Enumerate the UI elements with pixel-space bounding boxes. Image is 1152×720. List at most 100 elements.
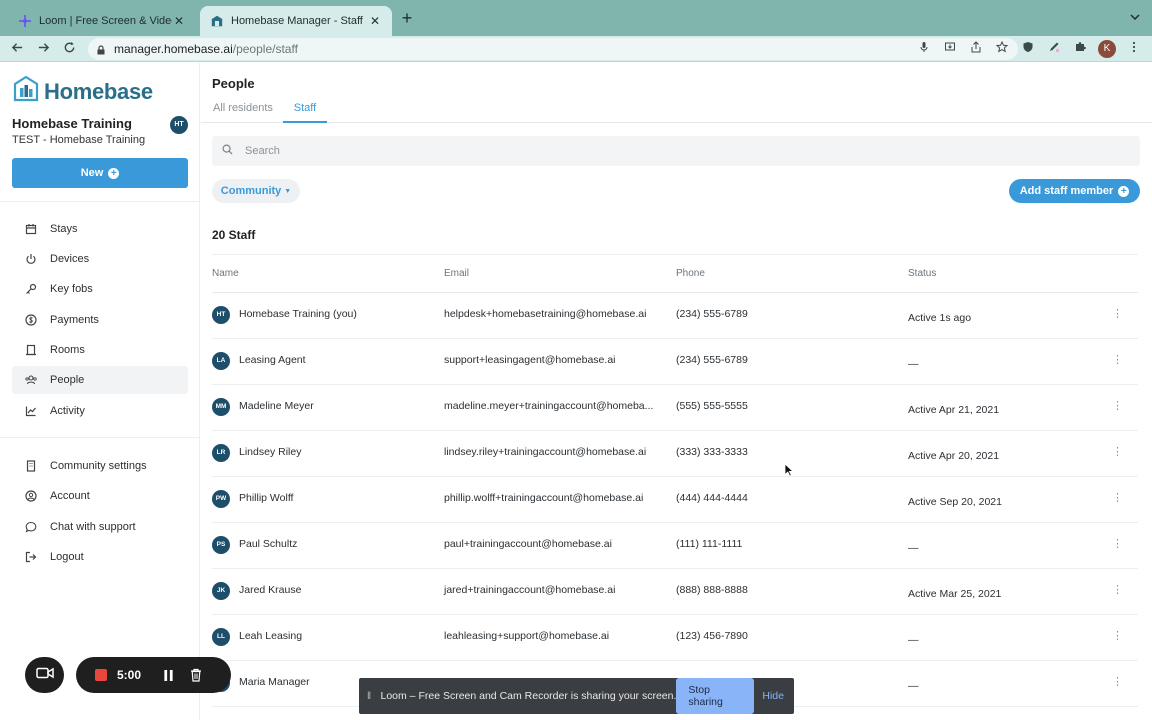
staff-table: Name Email Phone Status HT Homebase Trai…: [212, 254, 1138, 707]
lock-icon: [96, 44, 106, 55]
homebase-logo[interactable]: Homebase: [12, 75, 153, 108]
forward-arrow-icon[interactable]: [34, 40, 52, 58]
caret-down-icon: ▼: [284, 187, 292, 195]
url-path: /people/staff: [232, 42, 298, 56]
sidebar-item-label: Account: [50, 490, 90, 502]
sidebar-item-chat-with-support[interactable]: Chat with support: [12, 513, 188, 541]
new-tab-button[interactable]: +: [398, 9, 416, 27]
staff-avatar: PS: [212, 536, 230, 554]
puzzle-extensions-icon[interactable]: [1072, 41, 1088, 57]
staff-phone: (234) 555-6789: [676, 308, 748, 320]
organization-avatar[interactable]: HT: [170, 116, 188, 134]
browser-tab-loom[interactable]: Loom | Free Screen & Video Re ✕: [8, 6, 196, 36]
url-field[interactable]: manager.homebase.ai/people/staff: [88, 38, 1018, 60]
staff-name: Leasing Agent: [239, 354, 306, 366]
row-menu-icon[interactable]: ⋮: [1112, 491, 1123, 504]
row-menu-icon[interactable]: ⋮: [1112, 353, 1123, 366]
add-staff-member-label: Add staff member: [1019, 185, 1114, 197]
staff-phone: (234) 555-6789: [676, 354, 748, 366]
staff-avatar: LR: [212, 444, 230, 462]
table-row[interactable]: JK Jared Krause jared+trainingaccount@ho…: [212, 569, 1138, 615]
stop-sharing-button[interactable]: Stop sharing: [676, 678, 755, 714]
staff-email: jared+trainingaccount@homebase.ai: [444, 584, 616, 596]
drag-handle-icon[interactable]: ‖: [367, 691, 373, 702]
column-header-status[interactable]: Status: [908, 268, 936, 279]
table-row[interactable]: LL Leah Leasing leahleasing+support@home…: [212, 615, 1138, 661]
sidebar-item-stays[interactable]: Stays: [12, 215, 188, 243]
tab-search-chevron-icon[interactable]: [1130, 11, 1140, 23]
table-row[interactable]: HT Homebase Training (you) helpdesk+home…: [212, 293, 1138, 339]
sidebar-item-logout[interactable]: Logout: [12, 543, 188, 571]
share-icon[interactable]: [968, 41, 984, 57]
browser-tab-strip: Loom | Free Screen & Video Re ✕ Homebase…: [0, 0, 1152, 36]
sidebar-item-key-fobs[interactable]: Key fobs: [12, 275, 188, 303]
row-menu-icon[interactable]: ⋮: [1112, 629, 1123, 642]
new-button[interactable]: New +: [12, 158, 188, 188]
staff-name: Paul Schultz: [239, 538, 298, 550]
sidebar-item-devices[interactable]: Devices: [12, 245, 188, 273]
column-header-name[interactable]: Name: [212, 268, 239, 279]
camera-toggle-button[interactable]: [25, 657, 64, 693]
hide-banner-button[interactable]: Hide: [762, 690, 784, 702]
shield-extension-icon[interactable]: [1020, 41, 1036, 57]
row-menu-icon[interactable]: ⋮: [1112, 583, 1123, 596]
sidebar-item-payments[interactable]: Payments: [12, 306, 188, 334]
community-filter-dropdown[interactable]: Community ▼: [212, 179, 300, 203]
browser-menu-icon[interactable]: [1126, 41, 1142, 57]
tab-staff[interactable]: Staff: [283, 102, 327, 123]
table-row[interactable]: LA Leasing Agent support+leasingagent@ho…: [212, 339, 1138, 385]
column-header-email[interactable]: Email: [444, 268, 469, 279]
sidebar-item-people[interactable]: People: [12, 366, 188, 394]
staff-phone: (444) 444-4444: [676, 492, 748, 504]
sidebar-item-label: Rooms: [50, 344, 85, 356]
close-tab-icon[interactable]: ✕: [368, 14, 382, 28]
sidebar-divider: [0, 437, 200, 438]
staff-name: Jared Krause: [239, 584, 302, 596]
sidebar-item-community-settings[interactable]: Community settings: [12, 452, 188, 480]
tab-all-residents[interactable]: All residents: [213, 102, 273, 123]
staff-phone: (111) 111-1111: [676, 538, 743, 550]
pause-icon[interactable]: [161, 668, 175, 682]
staff-email: support+leasingagent@homebase.ai: [444, 354, 616, 366]
table-row[interactable]: LR Lindsey Riley lindsey.riley+traininga…: [212, 431, 1138, 477]
video-camera-icon: [35, 666, 54, 684]
staff-name: Maria Manager: [239, 676, 310, 688]
profile-avatar[interactable]: K: [1098, 40, 1116, 58]
row-menu-icon[interactable]: ⋮: [1112, 537, 1123, 550]
row-menu-icon[interactable]: ⋮: [1112, 445, 1123, 458]
add-staff-member-button[interactable]: Add staff member +: [1009, 179, 1140, 203]
recording-timer: 5:00: [117, 668, 142, 682]
screen-sharing-banner: ‖ Loom – Free Screen and Cam Recorder is…: [359, 678, 794, 714]
stop-recording-icon[interactable]: [95, 669, 107, 681]
row-menu-icon[interactable]: ⋮: [1112, 399, 1123, 412]
bookmark-star-icon[interactable]: [994, 40, 1010, 57]
row-menu-icon[interactable]: ⋮: [1112, 675, 1123, 688]
microphone-icon[interactable]: [916, 41, 932, 57]
staff-name: Madeline Meyer: [239, 400, 314, 412]
sidebar-item-activity[interactable]: Activity: [12, 397, 188, 425]
sidebar-item-account[interactable]: Account: [12, 482, 188, 510]
sidebar-item-label: Key fobs: [50, 283, 93, 295]
table-row[interactable]: PS Paul Schultz paul+trainingaccount@hom…: [212, 523, 1138, 569]
browser-tab-homebase[interactable]: Homebase Manager - Staff ✕: [200, 6, 392, 36]
reload-icon[interactable]: [60, 40, 78, 58]
pen-extension-icon[interactable]: [1046, 41, 1062, 57]
back-arrow-icon[interactable]: [8, 40, 26, 58]
staff-phone: (888) 888-8888: [676, 584, 748, 596]
sidebar-item-rooms[interactable]: Rooms: [12, 336, 188, 364]
search-input[interactable]: [245, 145, 845, 157]
staff-avatar: HT: [212, 306, 230, 324]
user-icon: [24, 489, 38, 503]
calendar-icon: [24, 222, 38, 236]
sidebar: Homebase Homebase Training TEST - Homeba…: [0, 63, 200, 720]
table-row[interactable]: PW Phillip Wolff phillip.wolff+traininga…: [212, 477, 1138, 523]
table-row[interactable]: MM Madeline Meyer madeline.meyer+trainin…: [212, 385, 1138, 431]
staff-email: helpdesk+homebasetraining@homebase.ai: [444, 308, 647, 320]
column-header-phone[interactable]: Phone: [676, 268, 705, 279]
install-app-icon[interactable]: [942, 41, 958, 57]
row-menu-icon[interactable]: ⋮: [1112, 307, 1123, 320]
staff-email: lindsey.riley+trainingaccount@homebase.a…: [444, 446, 647, 458]
close-tab-icon[interactable]: ✕: [172, 14, 186, 28]
sidebar-divider: [0, 201, 200, 202]
trash-icon[interactable]: [189, 668, 203, 682]
